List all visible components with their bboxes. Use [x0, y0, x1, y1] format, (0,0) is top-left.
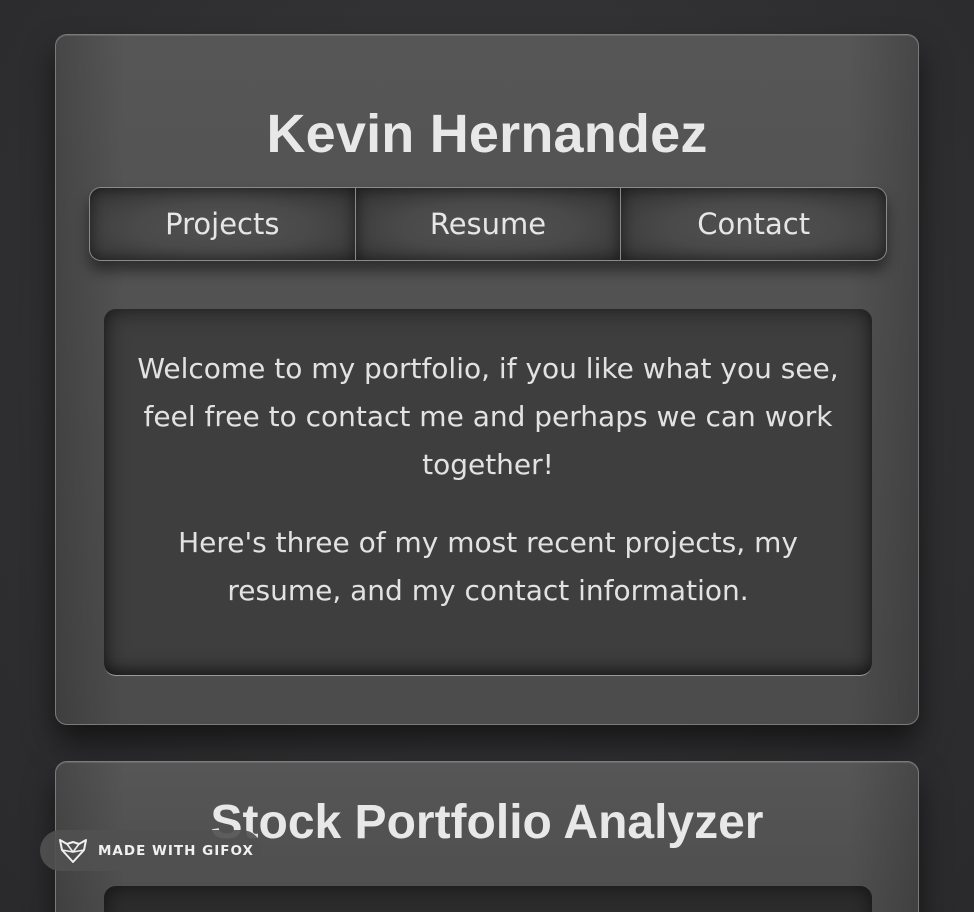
- welcome-panel: Welcome to my portfolio, if you like wha…: [104, 309, 872, 676]
- contact-button[interactable]: Contact: [620, 188, 886, 260]
- gifox-watermark: MADE WITH GIFOX: [40, 830, 262, 871]
- fox-logo-icon: [59, 838, 87, 863]
- intro-card: Kevin Hernandez Projects Resume Contact …: [55, 34, 919, 725]
- page: Kevin Hernandez Projects Resume Contact …: [0, 0, 974, 912]
- watermark-label: MADE WITH GIFOX: [98, 842, 254, 859]
- project-content-panel: [104, 886, 872, 912]
- projects-button[interactable]: Projects: [90, 188, 355, 260]
- page-title: Kevin Hernandez: [266, 104, 708, 164]
- resume-button[interactable]: Resume: [354, 188, 621, 260]
- welcome-text: Welcome to my portfolio, if you like wha…: [137, 352, 839, 481]
- nav-button-group: Projects Resume Contact: [89, 187, 887, 261]
- welcome-subtext: Here's three of my most recent projects,…: [178, 526, 798, 607]
